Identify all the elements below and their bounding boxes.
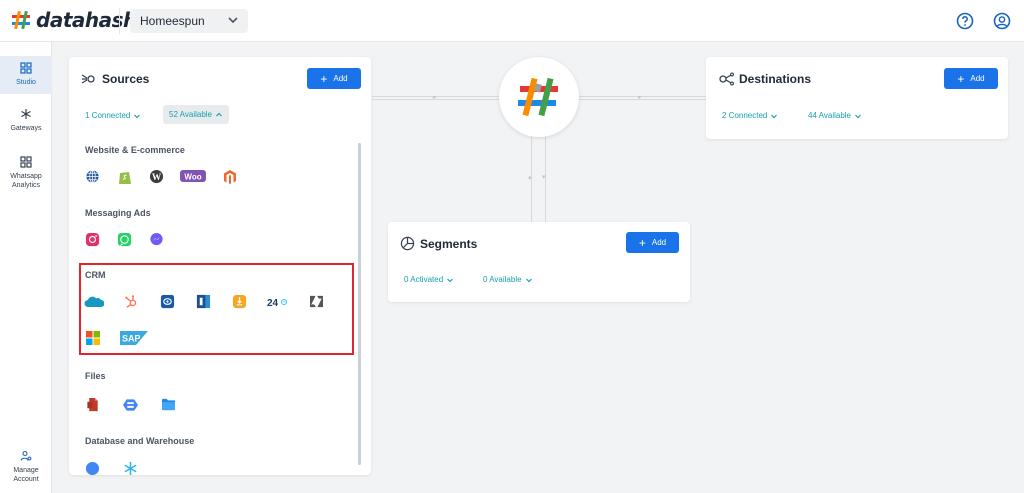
gcs-icon[interactable] <box>122 396 139 413</box>
section-title-messaging: Messaging Ads <box>85 208 151 218</box>
crm-highlight-box <box>79 263 354 355</box>
whatsapp-icon[interactable] <box>116 231 133 248</box>
sources-header: Sources <box>81 71 149 87</box>
logo-text: datahash <box>36 8 137 32</box>
globe-icon[interactable] <box>84 168 101 185</box>
workspace-name: Homeespun <box>140 14 205 28</box>
hub-icon <box>21 109 31 119</box>
segments-available-filter[interactable]: 0 Available <box>483 275 533 284</box>
arrow-up-icon: ▴ <box>528 174 532 181</box>
add-label: Add <box>970 74 985 83</box>
sidebar-item-label: Gateways <box>10 125 42 132</box>
datahash-logo-icon <box>12 10 30 30</box>
chevron-down-icon <box>228 17 238 24</box>
folder-icon[interactable] <box>160 396 177 413</box>
woocommerce-icon[interactable]: Woo <box>180 168 206 185</box>
workspace-select[interactable]: Homeespun <box>130 9 248 33</box>
segments-header: Segments <box>400 236 477 251</box>
sidebar-item-gateways[interactable]: Gateways <box>0 108 52 133</box>
help-icon[interactable] <box>955 11 975 31</box>
arrow-down-icon: ▾ <box>542 174 546 181</box>
connector-line <box>579 99 706 100</box>
chevron-down-icon <box>134 114 141 118</box>
shopify-icon[interactable] <box>116 168 133 185</box>
sources-add-button[interactable]: + Add <box>307 68 361 89</box>
sidebar: Studio Gateways Whatsapp Analytics Manag… <box>0 42 52 493</box>
sources-available-filter[interactable]: 52 Available <box>163 105 229 124</box>
arrow-right-icon: ▸ <box>638 94 642 101</box>
chevron-down-icon <box>525 278 532 282</box>
header-divider <box>119 8 120 34</box>
available-count: 44 Available <box>808 111 851 120</box>
plus-icon: + <box>320 71 328 86</box>
destinations-card: Destinations + Add 2 Connected 44 Availa… <box>706 57 1008 139</box>
segments-activated-filter[interactable]: 0 Activated <box>404 275 454 284</box>
destinations-icon <box>719 72 734 86</box>
grid-icon <box>20 62 32 74</box>
destinations-connected-filter[interactable]: 2 Connected <box>722 111 778 120</box>
section-title-files: Files <box>85 371 106 381</box>
file-icon[interactable] <box>84 396 101 413</box>
messaging-icon-row <box>84 231 165 248</box>
scrollbar[interactable] <box>358 143 361 465</box>
segments-icon <box>400 236 415 251</box>
snowflake-icon[interactable] <box>122 460 139 475</box>
sidebar-item-label: Studio <box>16 79 36 86</box>
datahash-logo-icon <box>518 77 558 117</box>
destinations-header: Destinations <box>718 71 811 87</box>
database-icon-row <box>84 460 139 475</box>
section-title-database: Database and Warehouse <box>85 436 195 446</box>
chevron-down-icon <box>855 114 861 118</box>
plus-icon: + <box>638 235 646 250</box>
instagram-icon[interactable] <box>84 231 101 248</box>
sources-card: Sources + Add 1 Connected 52 Available W… <box>69 57 371 475</box>
website-icon-row: W Woo <box>84 168 238 185</box>
add-label: Add <box>651 238 667 247</box>
messenger-icon[interactable] <box>148 231 165 248</box>
sources-icon <box>81 74 95 84</box>
logo[interactable]: datahash <box>10 8 137 32</box>
available-count: 0 Available <box>483 275 522 284</box>
available-count: 52 Available <box>169 110 212 119</box>
segments-title: Segments <box>420 236 478 251</box>
sidebar-item-label: Manage Account <box>13 467 39 483</box>
segments-card: Segments + Add 0 Activated 0 Available <box>388 222 690 302</box>
top-bar: datahash Homeespun <box>0 0 1024 42</box>
sidebar-item-manage-account[interactable]: Manage Account <box>0 450 52 484</box>
sources-connected-filter[interactable]: 1 Connected <box>85 111 141 120</box>
destinations-add-button[interactable]: + Add <box>944 68 998 89</box>
datahash-hub <box>499 57 579 137</box>
manage-account-icon <box>20 450 32 461</box>
svg-text:W: W <box>152 173 162 183</box>
destinations-title: Destinations <box>739 72 812 86</box>
arrow-right-icon: ▸ <box>433 94 437 101</box>
wordpress-icon[interactable]: W <box>148 168 165 185</box>
database-icon[interactable] <box>84 460 101 475</box>
segments-add-button[interactable]: + Add <box>626 232 679 253</box>
plus-icon: + <box>957 71 965 86</box>
profile-icon[interactable] <box>992 11 1012 31</box>
connected-count: 1 Connected <box>85 111 131 120</box>
chevron-down-icon <box>447 278 454 282</box>
files-icon-row <box>84 396 177 413</box>
sidebar-item-whatsapp-analytics[interactable]: Whatsapp Analytics <box>0 156 52 190</box>
chevron-up-icon <box>216 112 222 116</box>
svg-text:Woo: Woo <box>184 172 201 181</box>
activated-count: 0 Activated <box>404 275 444 284</box>
magento-icon[interactable] <box>221 168 238 185</box>
sidebar-item-label: Whatsapp Analytics <box>10 173 42 189</box>
add-label: Add <box>333 74 348 83</box>
grid-icon <box>20 156 32 168</box>
connected-count: 2 Connected <box>722 111 768 120</box>
destinations-available-filter[interactable]: 44 Available <box>808 111 862 120</box>
section-title-website: Website & E-commerce <box>85 145 185 155</box>
connector-line <box>579 96 706 97</box>
sources-title: Sources <box>102 72 150 86</box>
chevron-down-icon <box>771 114 778 118</box>
sidebar-item-studio[interactable]: Studio <box>0 56 52 94</box>
